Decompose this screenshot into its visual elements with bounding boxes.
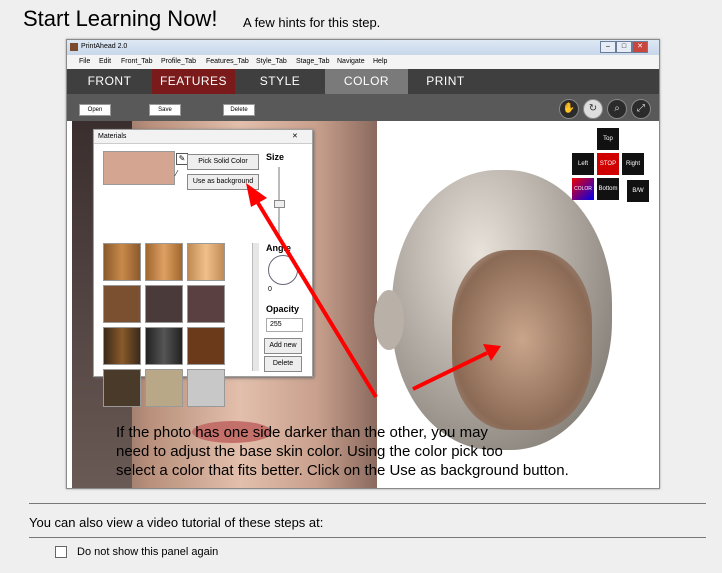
page-subtitle: A few hints for this step. xyxy=(243,15,381,30)
arrow-head xyxy=(246,183,267,207)
caption-line: If the photo has one side darker than th… xyxy=(116,424,488,441)
video-tutorial-text: You can also view a video tutorial of th… xyxy=(29,515,324,530)
app-screenshot: PrintAhead 2.0 – □ ✕ File Edit Front_Tab… xyxy=(66,39,660,489)
arrow-to-face xyxy=(412,351,488,391)
divider xyxy=(29,537,706,538)
divider xyxy=(29,503,706,504)
hint-arrows xyxy=(246,183,501,399)
caption-line: select a color that fits better. Click o… xyxy=(116,462,569,479)
caption-line: need to adjust the base skin color. Usin… xyxy=(116,443,503,460)
page-title: Start Learning Now! xyxy=(23,6,218,31)
dont-show-checkbox[interactable] xyxy=(55,546,67,559)
hint-caption: If the photo has one side darker than th… xyxy=(116,423,661,480)
dont-show-label: Do not show this panel again xyxy=(77,546,219,558)
dont-show-option[interactable]: Do not show this panel again xyxy=(55,546,219,559)
arrow-to-button xyxy=(256,201,378,399)
